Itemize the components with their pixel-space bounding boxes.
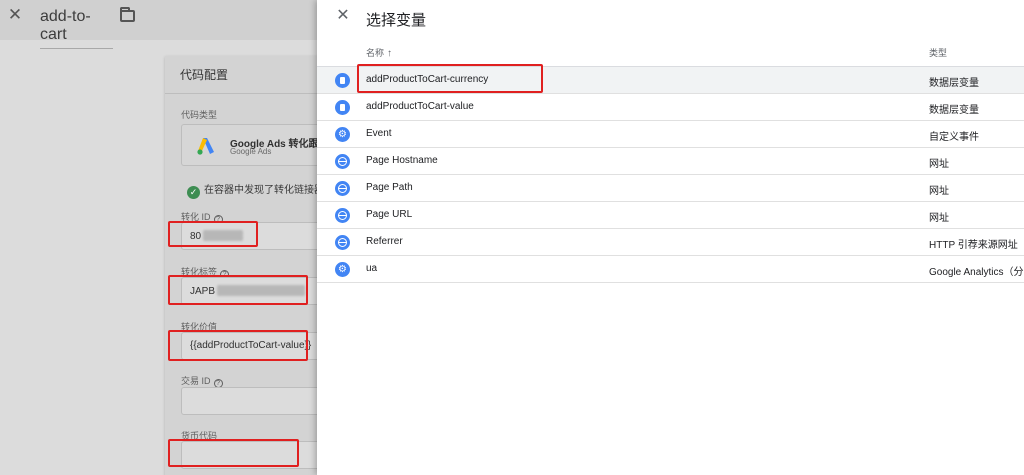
choose-variable-panel: ✕ 选择变量 名称 ↑ 类型 addProductToCart-currency … (317, 0, 1024, 475)
globe-icon (335, 181, 350, 196)
transaction-id-label: 交易 ID? (181, 374, 223, 388)
variable-name: Page URL (366, 209, 413, 220)
close-icon[interactable]: ✕ (335, 8, 351, 24)
column-header-name[interactable]: 名称 ↑ (366, 46, 392, 59)
linker-detected-text: 在容器中发现了转化链接器 (204, 185, 324, 196)
highlight-box (168, 275, 308, 305)
tag-type-label: 代码类型 (181, 110, 218, 120)
gear-icon (335, 262, 350, 277)
tag-name[interactable]: add-to-cart (40, 8, 113, 49)
sort-arrow-up-icon[interactable]: ↑ (387, 48, 392, 59)
globe-icon (335, 208, 350, 223)
variable-row[interactable]: Page Hostname 网址 (317, 148, 1024, 175)
gear-icon (335, 127, 350, 142)
variable-type: Google Analytics（分 (929, 267, 1024, 278)
variable-row[interactable]: ua Google Analytics（分 (317, 256, 1024, 283)
panel-title: 选择变量 (366, 12, 427, 29)
linker-detected-notice: ✓ 在容器中发现了转化链接器 (187, 181, 324, 199)
document-icon (335, 100, 350, 115)
variable-name: addProductToCart-value (366, 101, 474, 112)
highlight-box (168, 221, 258, 247)
highlight-box (168, 330, 308, 361)
variable-type: 数据层变量 (929, 105, 979, 116)
variable-row[interactable]: Referrer HTTP 引荐来源网址 (317, 229, 1024, 256)
highlight-box (357, 64, 543, 93)
variable-name: Event (366, 128, 392, 139)
highlight-box (168, 439, 299, 467)
variable-type: 自定义事件 (929, 132, 979, 143)
globe-icon (335, 154, 350, 169)
google-ads-icon (197, 138, 214, 155)
column-header-type[interactable]: 类型 (929, 46, 947, 59)
variable-row[interactable]: Event 自定义事件 (317, 121, 1024, 148)
variable-type: 网址 (929, 159, 949, 170)
variable-type: 数据层变量 (929, 78, 979, 89)
variable-name: Page Hostname (366, 155, 438, 166)
variable-name: Page Path (366, 182, 413, 193)
tag-type-sub: Google Ads (230, 147, 272, 156)
document-icon (335, 73, 350, 88)
variable-name: ua (366, 263, 378, 274)
variable-row[interactable]: Page URL 网址 (317, 202, 1024, 229)
variable-row[interactable]: addProductToCart-value 数据层变量 (317, 94, 1024, 121)
config-title: 代码配置 (180, 68, 229, 82)
folder-icon[interactable] (120, 7, 135, 22)
variable-name: Referrer (366, 236, 403, 247)
variable-type: 网址 (929, 213, 949, 224)
variable-type: 网址 (929, 186, 949, 197)
variable-row[interactable]: Page Path 网址 (317, 175, 1024, 202)
check-icon: ✓ (187, 186, 200, 199)
close-icon[interactable]: ✕ (6, 6, 24, 24)
globe-icon (335, 235, 350, 250)
variable-type: HTTP 引荐来源网址 (929, 240, 1018, 251)
